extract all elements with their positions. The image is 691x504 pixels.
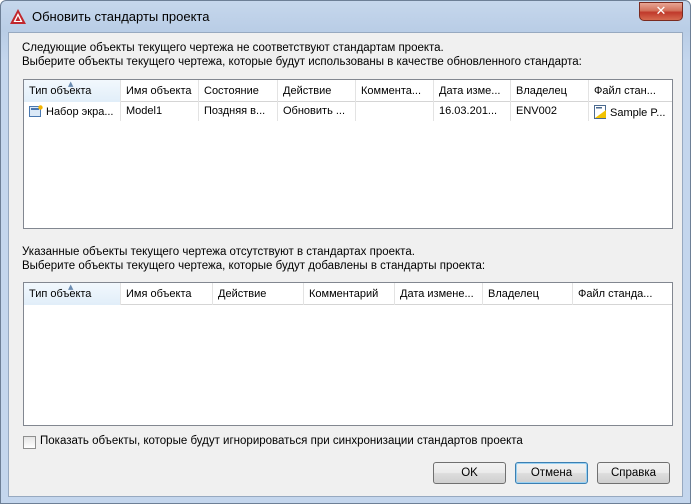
list-header: ▲ Тип объекта Имя объекта Состояние Дейс…: [24, 80, 672, 102]
cell-text: Sample P...: [610, 107, 666, 119]
cell-standards-file: Sample P...: [589, 102, 674, 121]
cell-text: Набор экра...: [46, 106, 114, 118]
table-row[interactable]: Набор экра... Model1 Поздняя в... Обнови…: [24, 102, 672, 121]
cell-owner: ENV002: [511, 102, 589, 121]
missing-objects-list[interactable]: ▲ Тип объекта Имя объекта Действие Комме…: [23, 282, 673, 426]
column-header-comment[interactable]: Комментарий: [304, 283, 395, 305]
help-button[interactable]: Справка: [597, 462, 670, 484]
nonconforming-objects-list[interactable]: ▲ Тип объекта Имя объекта Состояние Дейс…: [23, 79, 673, 229]
sort-ascending-icon: ▲: [68, 80, 74, 88]
column-header-owner[interactable]: Владелец: [511, 80, 589, 102]
column-header-standards-file[interactable]: Файл станда...: [573, 283, 674, 305]
cell-object-type: Набор экра...: [24, 102, 121, 121]
cell-comment: [356, 102, 434, 121]
column-header-object-name[interactable]: Имя объекта: [121, 283, 213, 305]
screen-set-icon: [29, 105, 43, 117]
show-ignored-objects-checkbox[interactable]: [23, 436, 36, 449]
cell-date: 16.03.201...: [434, 102, 511, 121]
bottom-section-instruction: Выберите объекты текущего чертежа, котор…: [22, 260, 486, 272]
list-header: ▲ Тип объекта Имя объекта Действие Комме…: [24, 283, 672, 305]
column-label: Тип объекта: [29, 288, 92, 300]
column-label: Тип объекта: [29, 85, 92, 97]
cell-state: Поздняя в...: [199, 102, 278, 121]
dialog-window: Обновить стандарты проекта ✕ Следующие о…: [0, 0, 691, 504]
column-header-state[interactable]: Состояние: [199, 80, 278, 102]
column-header-object-name[interactable]: Имя объекта: [121, 80, 199, 102]
cancel-button[interactable]: Отмена: [515, 462, 588, 484]
column-header-object-type[interactable]: ▲ Тип объекта: [24, 80, 121, 102]
top-section-instruction: Выберите объекты текущего чертежа, котор…: [22, 56, 582, 68]
autocad-logo-icon: [10, 9, 26, 24]
ok-button[interactable]: OK: [433, 462, 506, 484]
dialog-client-area: Следующие объекты текущего чертежа не со…: [8, 32, 683, 497]
cell-object-name: Model1: [121, 102, 199, 121]
column-header-standards-file[interactable]: Файл стан...: [589, 80, 674, 102]
column-header-object-type[interactable]: ▲ Тип объекта: [24, 283, 121, 305]
close-button[interactable]: ✕: [639, 2, 683, 21]
cell-action: Обновить ...: [278, 102, 356, 121]
sort-ascending-icon: ▲: [68, 283, 74, 291]
title-bar[interactable]: Обновить стандарты проекта ✕: [1, 1, 690, 32]
column-header-action[interactable]: Действие: [213, 283, 304, 305]
window-title: Обновить стандарты проекта: [32, 9, 210, 24]
column-header-owner[interactable]: Владелец: [483, 283, 573, 305]
top-section-description: Следующие объекты текущего чертежа не со…: [22, 42, 444, 54]
standards-file-icon: [594, 105, 606, 119]
column-header-date[interactable]: Дата измене...: [395, 283, 483, 305]
column-header-date[interactable]: Дата изме...: [434, 80, 511, 102]
bottom-section-description: Указанные объекты текущего чертежа отсут…: [22, 246, 415, 258]
column-header-action[interactable]: Действие: [278, 80, 356, 102]
column-header-comment[interactable]: Коммента...: [356, 80, 434, 102]
show-ignored-objects-label[interactable]: Показать объекты, которые будут игнориро…: [40, 435, 523, 447]
